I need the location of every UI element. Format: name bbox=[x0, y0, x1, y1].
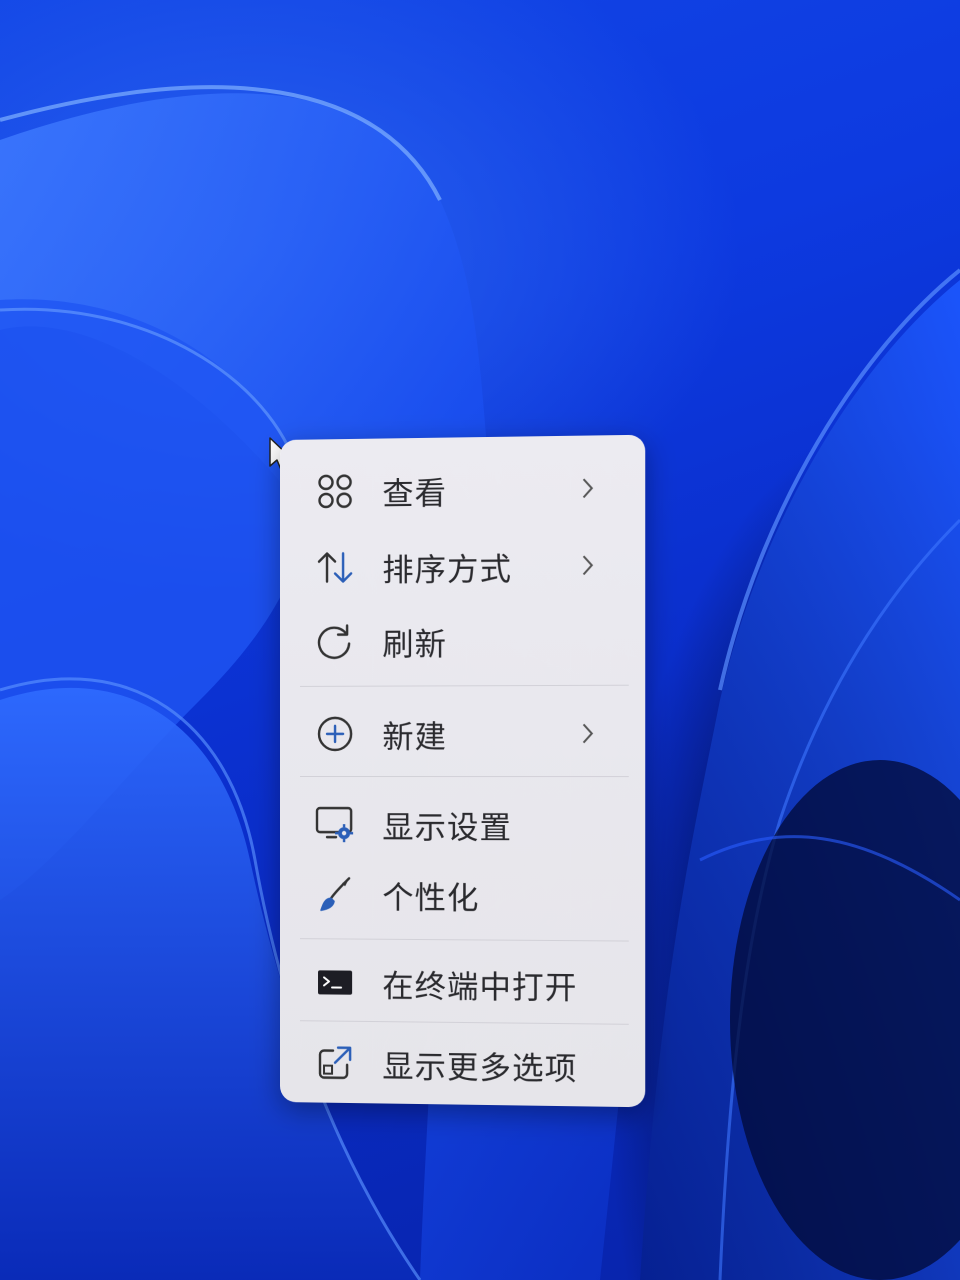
menu-separator bbox=[299, 1020, 629, 1025]
menu-item-new[interactable]: 新建 bbox=[304, 705, 623, 762]
menu-item-label: 新建 bbox=[382, 719, 447, 756]
menu-separator bbox=[299, 938, 629, 942]
menu-item-sort-by[interactable]: 排序方式 bbox=[304, 537, 623, 596]
menu-item-view[interactable]: 查看 bbox=[304, 459, 623, 519]
menu-item-refresh[interactable]: 刷新 bbox=[304, 612, 623, 670]
display-settings-icon bbox=[314, 803, 356, 845]
chevron-right-icon bbox=[579, 553, 595, 577]
menu-item-show-more-options[interactable]: 显示更多选项 bbox=[304, 1034, 623, 1094]
menu-item-label: 查看 bbox=[382, 475, 447, 513]
chevron-right-icon bbox=[579, 476, 595, 501]
menu-item-label: 排序方式 bbox=[382, 551, 513, 589]
menu-item-personalize[interactable]: 个性化 bbox=[304, 866, 623, 924]
menu-item-display-settings[interactable]: 显示设置 bbox=[304, 796, 623, 853]
menu-separator bbox=[299, 776, 629, 778]
menu-separator bbox=[299, 684, 629, 687]
terminal-icon bbox=[314, 961, 356, 1003]
menu-item-label: 刷新 bbox=[382, 626, 447, 664]
brush-icon bbox=[314, 873, 356, 915]
menu-item-label: 在终端中打开 bbox=[382, 968, 578, 1007]
menu-item-open-in-terminal[interactable]: 在终端中打开 bbox=[304, 954, 623, 1013]
refresh-icon bbox=[314, 621, 356, 663]
sort-arrows-icon bbox=[314, 546, 356, 588]
grid-icon bbox=[314, 470, 356, 513]
chevron-right-icon bbox=[579, 721, 595, 745]
show-more-icon bbox=[314, 1041, 356, 1084]
menu-item-label: 个性化 bbox=[382, 879, 480, 917]
desktop-context-menu: 查看 排序方式 刷新 新建 显示设置 个性化 在终端中打开 显示更多选项 bbox=[280, 434, 646, 1108]
menu-item-label: 显示设置 bbox=[382, 809, 513, 847]
menu-item-label: 显示更多选项 bbox=[382, 1048, 578, 1088]
plus-circle-icon bbox=[314, 713, 356, 755]
